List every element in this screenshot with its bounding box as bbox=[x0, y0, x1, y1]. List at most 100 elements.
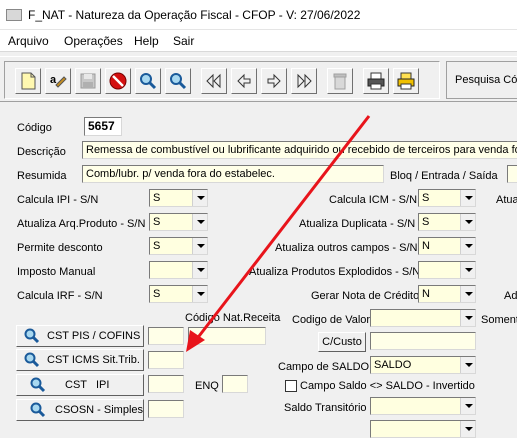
chevron-down-icon[interactable] bbox=[192, 286, 207, 302]
chevron-down-icon[interactable] bbox=[460, 190, 475, 206]
gerar-nota-select[interactable]: N bbox=[418, 285, 476, 303]
imposto-manual-select[interactable] bbox=[149, 261, 208, 279]
campo-saldo-invertido-checkbox[interactable] bbox=[285, 380, 297, 392]
atualiza-outros-label: Atualiza outros campos - S/N bbox=[275, 242, 418, 254]
csosn-field[interactable] bbox=[148, 400, 184, 418]
cst-icms-button[interactable]: CST ICMS Sit.Trib. bbox=[16, 349, 144, 371]
cst-pis-cofins-button[interactable]: CST PIS / COFINS bbox=[16, 325, 144, 347]
find-text-button[interactable]: a bbox=[45, 68, 71, 94]
chevron-down-icon[interactable] bbox=[192, 238, 207, 254]
magnifier-icon bbox=[30, 377, 46, 393]
svg-text:a: a bbox=[50, 74, 57, 86]
gerar-nota-label: Gerar Nota de Crédito bbox=[311, 290, 420, 302]
csosn-button[interactable]: CSOSN - Simples bbox=[16, 399, 144, 421]
delete-button[interactable] bbox=[327, 68, 353, 94]
printer-icon bbox=[367, 72, 385, 90]
chevron-down-icon[interactable] bbox=[460, 286, 475, 302]
search-alt-button[interactable] bbox=[165, 68, 191, 94]
chevron-down-icon[interactable] bbox=[460, 310, 475, 326]
atualiza-arq-select[interactable]: S bbox=[149, 213, 208, 231]
cst-ipi-field[interactable] bbox=[148, 375, 184, 393]
atualiza-explodidos-label: Atualiza Produtos Explodidos - S/N bbox=[249, 266, 421, 278]
app-icon bbox=[6, 9, 22, 21]
print-preview-button[interactable] bbox=[393, 68, 419, 94]
previous-record-button[interactable] bbox=[231, 68, 257, 94]
toolbar: a Pesquisa Cód bbox=[0, 56, 517, 102]
descricao-field[interactable]: Remessa de combustível ou lubrificante a… bbox=[82, 141, 517, 159]
bloq-field[interactable] bbox=[507, 165, 517, 183]
codigo-label: Código bbox=[17, 122, 52, 134]
calcula-irf-label: Calcula IRF - S/N bbox=[17, 290, 103, 302]
magnifier-icon bbox=[24, 328, 40, 344]
search-button[interactable] bbox=[135, 68, 161, 94]
cst-icms-label: CST ICMS Sit.Trib. bbox=[47, 354, 140, 366]
cancel-button[interactable] bbox=[105, 68, 131, 94]
ccusto-field[interactable] bbox=[370, 332, 476, 350]
menu-help[interactable]: Help bbox=[134, 34, 159, 48]
atualiza-dup-select[interactable]: S bbox=[418, 213, 476, 231]
chevron-down-icon[interactable] bbox=[460, 214, 475, 230]
saldo-transitorio-label: Saldo Transitório bbox=[284, 402, 367, 414]
menu-operacoes[interactable]: Operações bbox=[64, 34, 123, 48]
cst-ipi-button[interactable]: CST IPI bbox=[16, 374, 144, 396]
cst-pis-field[interactable] bbox=[148, 327, 184, 345]
calcula-irf-select[interactable]: S bbox=[149, 285, 208, 303]
chevron-down-icon[interactable] bbox=[460, 238, 475, 254]
magnifier-icon bbox=[170, 73, 187, 90]
save-button[interactable] bbox=[75, 68, 101, 94]
chevron-down-icon[interactable] bbox=[460, 398, 475, 414]
print-button[interactable] bbox=[363, 68, 389, 94]
menu-arquivo[interactable]: Arquivo bbox=[8, 34, 49, 48]
chevron-down-icon[interactable] bbox=[192, 262, 207, 278]
atualiza-outros-select[interactable]: N bbox=[418, 237, 476, 255]
menu-sair[interactable]: Sair bbox=[173, 34, 194, 48]
toolbar-button-group: a bbox=[4, 61, 440, 99]
chevron-down-icon[interactable] bbox=[192, 214, 207, 230]
arrow-left-icon bbox=[237, 73, 251, 89]
new-record-button[interactable] bbox=[15, 68, 41, 94]
calcula-irf-value: S bbox=[153, 288, 161, 300]
permite-desconto-select[interactable]: S bbox=[149, 237, 208, 255]
cst-icms-field[interactable] bbox=[148, 351, 184, 369]
new-document-icon bbox=[21, 72, 36, 90]
cst-pis-cofins-label: CST PIS / COFINS bbox=[47, 330, 141, 342]
chevron-down-icon[interactable] bbox=[192, 190, 207, 206]
arrow-right-icon bbox=[267, 73, 281, 89]
calcula-icm-select[interactable]: S bbox=[418, 189, 476, 207]
last-record-button[interactable] bbox=[291, 68, 317, 94]
atualiza-arq-label: Atualiza Arq.Produto - S/N bbox=[17, 218, 146, 230]
chevron-down-icon[interactable] bbox=[460, 262, 475, 278]
next-row-select[interactable] bbox=[370, 420, 476, 438]
gerar-nota-value: N bbox=[422, 288, 430, 300]
atualiza-dup-label: Atualiza Duplicata - S/N bbox=[299, 218, 416, 230]
chevron-down-icon[interactable] bbox=[460, 357, 475, 373]
resumida-field[interactable]: Comb/lubr. p/ venda fora do estabelec. bbox=[82, 165, 384, 183]
permite-desconto-label: Permite desconto bbox=[17, 242, 103, 254]
campo-saldo-value: SALDO bbox=[374, 359, 412, 371]
enq-label: ENQ bbox=[195, 380, 219, 392]
csosn-label: CSOSN - Simples bbox=[55, 404, 144, 416]
title-bar: F_NAT - Natureza da Operação Fiscal - CF… bbox=[0, 0, 517, 30]
chevron-down-icon[interactable] bbox=[460, 421, 475, 437]
campo-saldo-select[interactable]: SALDO bbox=[370, 356, 476, 374]
next-record-button[interactable] bbox=[261, 68, 287, 94]
no-entry-icon bbox=[109, 72, 127, 90]
calcula-icm-label: Calcula ICM - S/N bbox=[329, 194, 418, 206]
imposto-manual-label: Imposto Manual bbox=[17, 266, 96, 278]
first-record-button[interactable] bbox=[201, 68, 227, 94]
ccusto-button[interactable]: C/Custo bbox=[318, 332, 366, 352]
cod-nat-receita-field[interactable] bbox=[188, 327, 266, 345]
calcula-ipi-select[interactable]: S bbox=[149, 189, 208, 207]
saldo-transitorio-select[interactable] bbox=[370, 397, 476, 415]
bloq-label: Bloq / Entrada / Saída bbox=[390, 170, 498, 182]
codigo-field[interactable]: 5657 bbox=[84, 117, 122, 136]
somente-label: Somente bbox=[481, 314, 517, 326]
resumida-label: Resumida bbox=[17, 170, 67, 182]
atualiza-explodidos-select[interactable] bbox=[418, 261, 476, 279]
atualiza-dup-value: S bbox=[422, 216, 430, 228]
permite-desconto-value: S bbox=[153, 240, 161, 252]
codigo-valor-select[interactable] bbox=[370, 309, 476, 327]
atualiza-arq-value: S bbox=[153, 216, 161, 228]
enq-field[interactable] bbox=[222, 375, 248, 393]
calcula-ipi-value: S bbox=[153, 192, 161, 204]
